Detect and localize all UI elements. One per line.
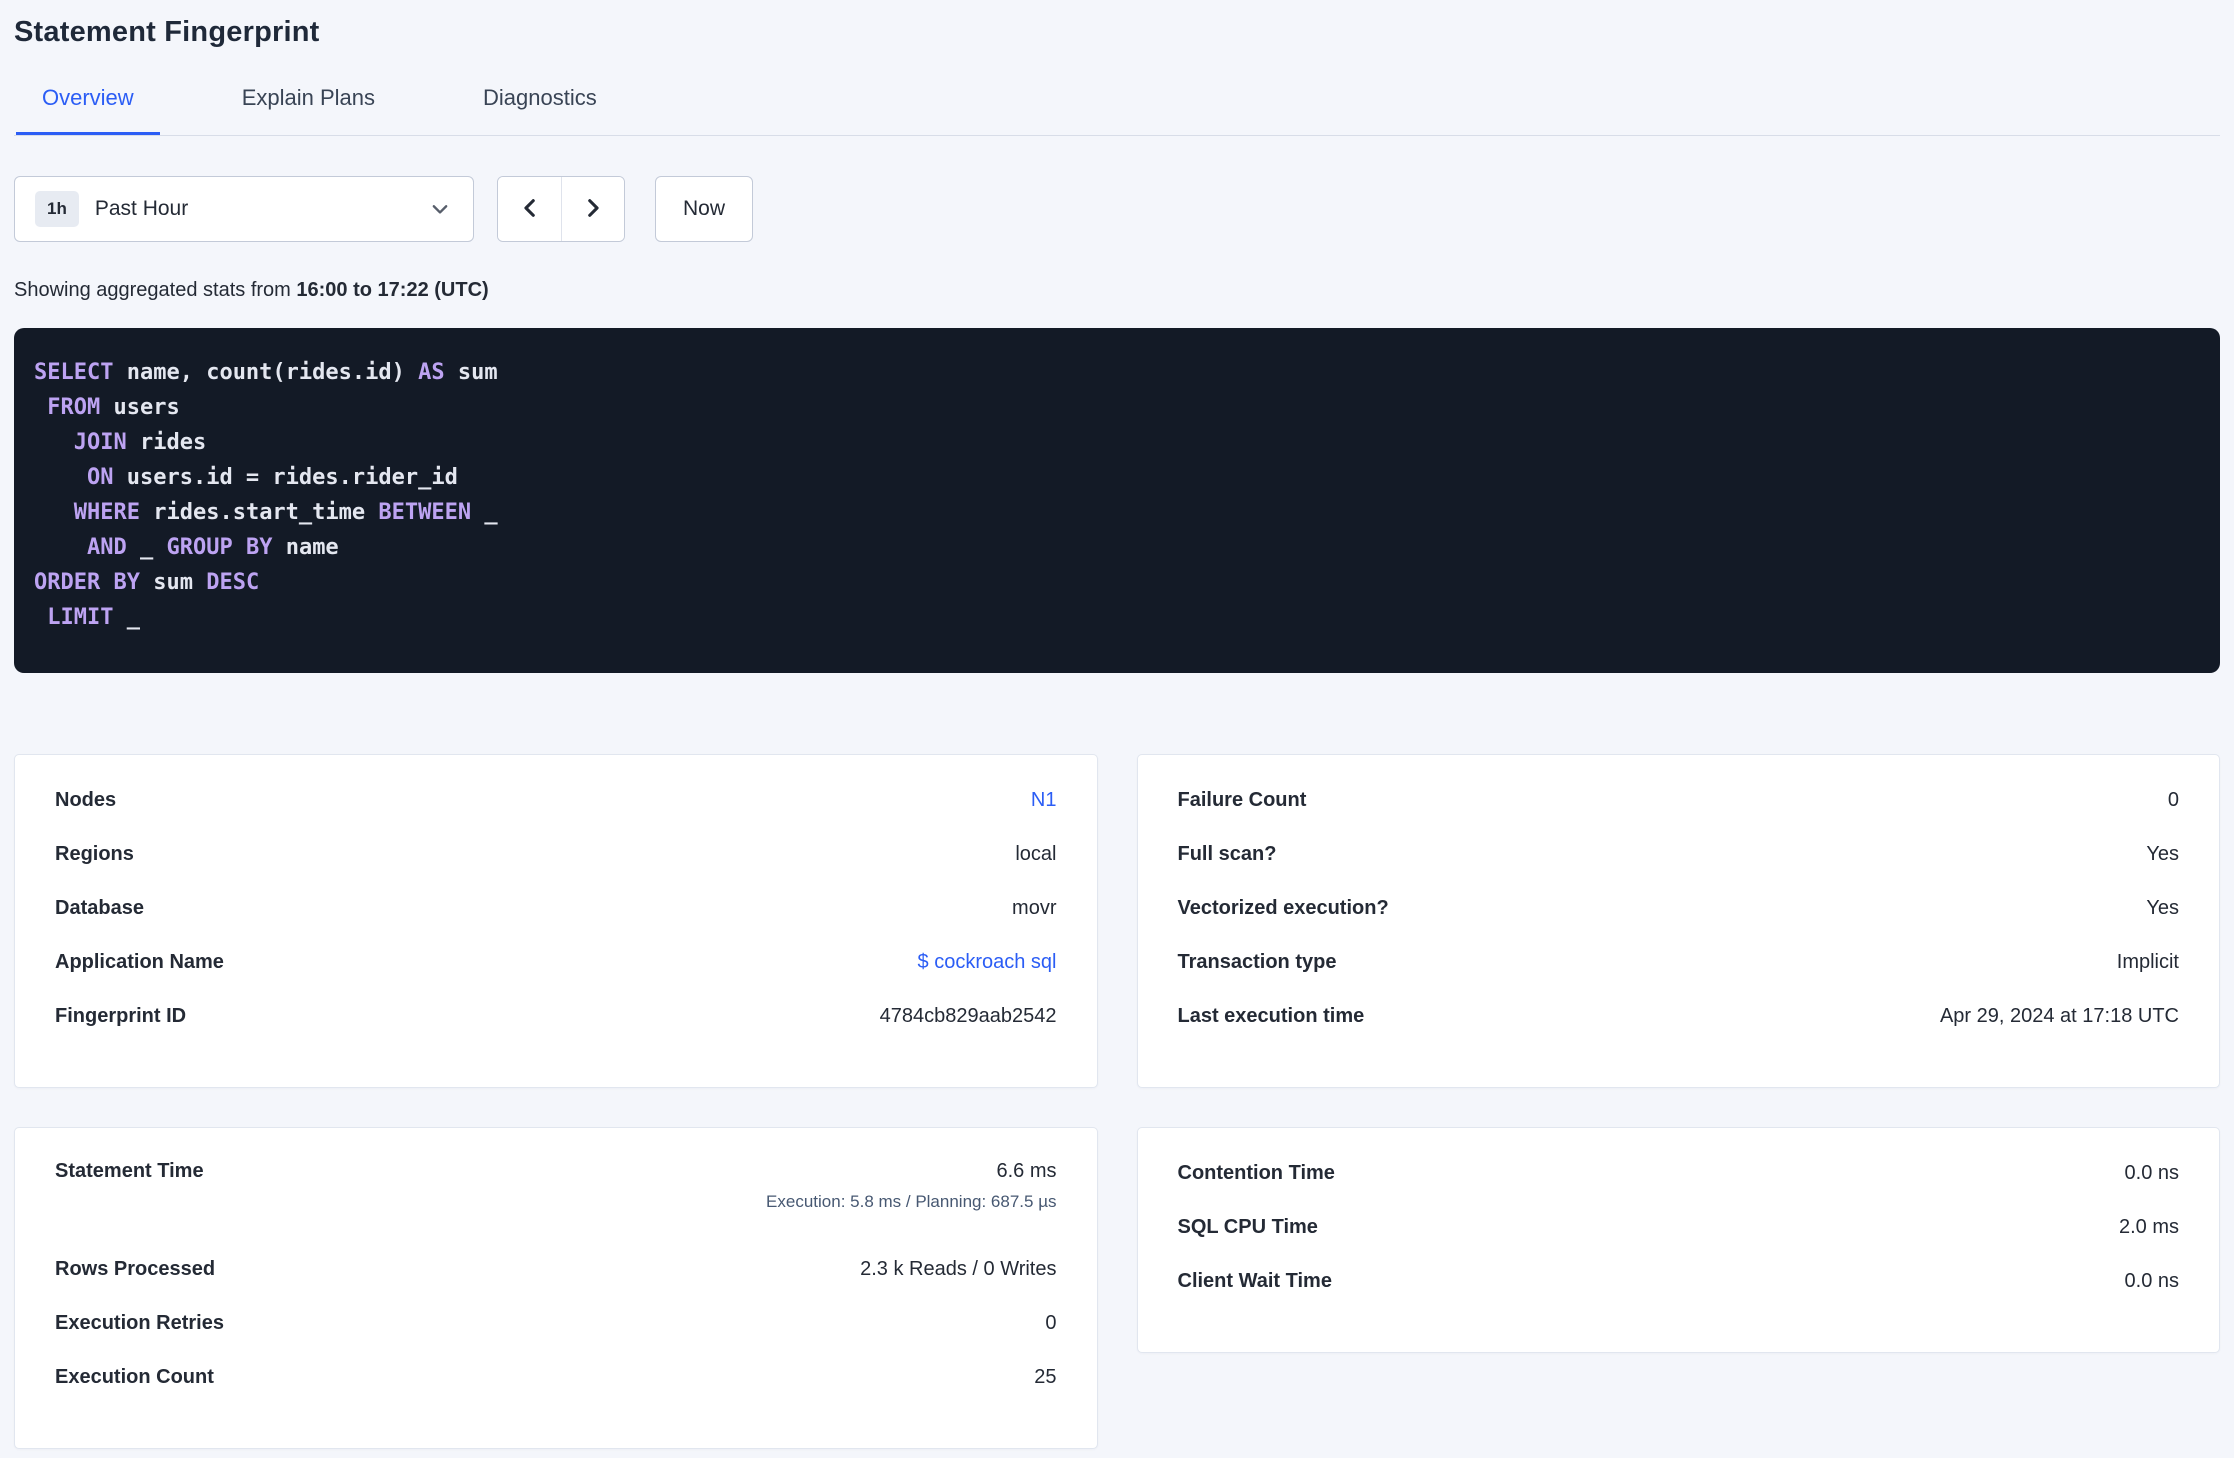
row-label-transaction-type: Transaction type — [1177, 950, 1337, 973]
node-link[interactable]: N1 — [1031, 789, 1057, 812]
failure-count-value: 0 — [2167, 788, 2179, 811]
client-wait-time-value: 0.0 ns — [2124, 1269, 2179, 1292]
sql-line: AND _ GROUP BY name — [86, 535, 339, 560]
row-label-rows-processed: Rows Processed — [55, 1257, 216, 1280]
table-row: Contention Time 0.0 ns — [1178, 1146, 2180, 1200]
tab-explain-plans[interactable]: Explain Plans — [216, 85, 401, 135]
table-row: Execution Count 25 — [55, 1350, 1057, 1404]
table-row: Nodes N1 — [55, 773, 1057, 827]
sql-line: FROM users — [47, 395, 180, 420]
row-label-failure-count: Failure Count — [1177, 788, 1307, 811]
stats-caption: Showing aggregated stats from 16:00 to 1… — [14, 279, 2220, 302]
sql-cpu-time-value: 2.0 ms — [2118, 1215, 2179, 1238]
row-label-contention-time: Contention Time — [1177, 1161, 1335, 1184]
regions-value: local — [1015, 842, 1057, 865]
execution-attributes-card: Failure Count 0 Full scan? Yes Vectorize… — [1136, 754, 2220, 1088]
statement-stats-card: Statement Time 6.6 ms Execution: 5.8 ms … — [14, 1127, 1098, 1449]
contention-time-value: 0.0 ns — [2124, 1161, 2179, 1184]
row-label-sql-cpu-time: SQL CPU Time — [1177, 1215, 1318, 1238]
interval-label: Past Hour — [94, 197, 189, 220]
row-label-vectorized-execution: Vectorized execution? — [1177, 896, 1389, 919]
row-label-statement-time: Statement Time — [55, 1160, 204, 1182]
page-title: Statement Fingerprint — [14, 16, 320, 48]
statement-fingerprint-page: Statement Fingerprint Overview Explain P… — [0, 0, 2234, 1449]
table-row: Client Wait Time 0.0 ns — [1178, 1254, 2180, 1308]
fingerprint-id-value: 4784cb829aab2542 — [879, 1004, 1057, 1027]
table-row: Failure Count 0 — [1178, 773, 2180, 827]
stats-caption-range: 16:00 to 17:22 (UTC) — [296, 279, 489, 301]
table-row: Application Name $ cockroach sql — [55, 935, 1057, 989]
sql-line: WHERE rides.start_time BETWEEN _ — [73, 500, 498, 525]
sql-line: JOIN rides — [73, 430, 207, 455]
full-scan-value: Yes — [2146, 842, 2179, 865]
sql-line: ON users.id = rides.rider_id — [86, 465, 458, 490]
time-toolbar: 1h Past Hour Now — [14, 176, 2220, 242]
transaction-type-value: Implicit — [2116, 950, 2179, 973]
tab-bar: Overview Explain Plans Diagnostics — [14, 85, 2220, 136]
overview-card: Nodes N1 Regions local Database movr App… — [14, 754, 1098, 1088]
database-value: movr — [1012, 896, 1057, 919]
row-label-application-name: Application Name — [55, 950, 224, 973]
execution-retries-value: 0 — [1045, 1311, 1057, 1334]
next-interval-button[interactable] — [561, 177, 624, 241]
application-name-link[interactable]: $ cockroach sql — [918, 951, 1057, 974]
rows-processed-value: 2.3 k Reads / 0 Writes — [860, 1257, 1057, 1280]
row-label-fingerprint-id: Fingerprint ID — [55, 1004, 187, 1027]
table-row: Full scan? Yes — [1178, 827, 2180, 881]
summary-cards-row-2: Statement Time 6.6 ms Execution: 5.8 ms … — [14, 1127, 2220, 1449]
row-label-database: Database — [55, 896, 144, 919]
sql-line: LIMIT _ — [47, 605, 140, 630]
stats-caption-prefix: Showing aggregated stats from — [14, 279, 297, 301]
table-row: Last execution time Apr 29, 2024 at 17:1… — [1178, 989, 2180, 1043]
statement-time-values: 6.6 ms Execution: 5.8 ms / Planning: 687… — [766, 1160, 1056, 1212]
row-label-client-wait-time: Client Wait Time — [1177, 1269, 1332, 1292]
time-interval-select[interactable]: 1h Past Hour — [14, 176, 474, 242]
last-execution-time-value: Apr 29, 2024 at 17:18 UTC — [1939, 1004, 2179, 1027]
summary-cards-row-1: Nodes N1 Regions local Database movr App… — [14, 754, 2220, 1088]
prev-interval-button[interactable] — [498, 177, 561, 241]
tab-overview[interactable]: Overview — [16, 85, 160, 135]
tab-diagnostics[interactable]: Diagnostics — [457, 85, 623, 135]
table-row: Transaction type Implicit — [1178, 935, 2180, 989]
sql-line: SELECT name, count(rides.id) AS sum — [34, 360, 498, 385]
sql-line: ORDER BY sum DESC — [34, 570, 260, 595]
interval-nav-group — [497, 176, 625, 242]
row-label-regions: Regions — [55, 842, 134, 865]
statement-time-breakdown: Execution: 5.8 ms / Planning: 687.5 µs — [766, 1192, 1057, 1211]
execution-count-value: 25 — [1034, 1365, 1057, 1388]
row-label-last-execution-time: Last execution time — [1177, 1004, 1365, 1027]
table-row: Execution Retries 0 — [55, 1296, 1057, 1350]
chevron-down-icon — [429, 198, 451, 220]
chevron-left-icon — [517, 195, 543, 224]
timings-card: Contention Time 0.0 ns SQL CPU Time 2.0 … — [1136, 1127, 2220, 1353]
table-row: Regions local — [55, 827, 1057, 881]
table-row: Vectorized execution? Yes — [1178, 881, 2180, 935]
table-row: Database movr — [55, 881, 1057, 935]
interval-badge: 1h — [35, 191, 79, 227]
row-label-execution-count: Execution Count — [55, 1365, 214, 1388]
vectorized-execution-value: Yes — [2146, 896, 2179, 919]
table-row: Statement Time 6.6 ms Execution: 5.8 ms … — [55, 1146, 1057, 1242]
table-row: SQL CPU Time 2.0 ms — [1178, 1200, 2180, 1254]
statement-time-value: 6.6 ms — [996, 1160, 1057, 1182]
now-button[interactable]: Now — [655, 176, 754, 242]
table-row: Fingerprint ID 4784cb829aab2542 — [55, 989, 1057, 1043]
table-row: Rows Processed 2.3 k Reads / 0 Writes — [55, 1242, 1057, 1296]
row-label-nodes: Nodes — [55, 788, 117, 811]
chevron-right-icon — [580, 195, 606, 224]
row-label-execution-retries: Execution Retries — [55, 1311, 224, 1334]
sql-statement-box: SELECT name, count(rides.id) AS sum FROM… — [14, 328, 2220, 673]
row-label-full-scan: Full scan? — [1177, 842, 1277, 865]
